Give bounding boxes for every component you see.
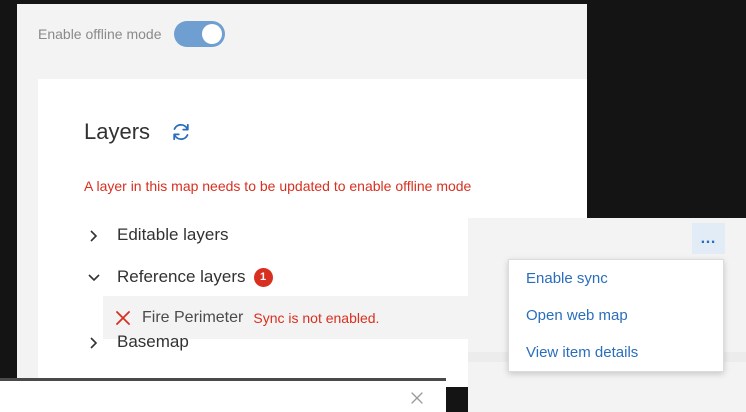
chevron-down-icon <box>87 270 101 284</box>
tree-item-basemap[interactable]: Basemap <box>87 332 189 352</box>
menu-item-label: Open web map <box>526 307 628 324</box>
chevron-right-icon <box>87 335 101 349</box>
toggle-knob <box>201 24 222 44</box>
refresh-icon[interactable] <box>170 121 192 143</box>
layers-heading: Layers <box>84 119 192 145</box>
offline-mode-row: Enable offline mode <box>38 21 225 47</box>
dialog-header <box>0 378 446 412</box>
tree-item-label: Basemap <box>117 332 189 351</box>
tree-item-label: Editable layers <box>117 225 229 244</box>
error-x-icon <box>114 309 132 327</box>
menu-item-enable-sync[interactable]: Enable sync <box>509 260 723 297</box>
close-icon[interactable] <box>410 391 424 405</box>
menu-item-label: View item details <box>526 344 639 361</box>
chevron-right-icon <box>87 228 101 242</box>
menu-item-label: Enable sync <box>526 270 608 287</box>
tree-item-editable-layers[interactable]: Editable layers <box>87 225 229 245</box>
sync-error-message: Sync is not enabled. <box>253 309 380 326</box>
more-actions-button[interactable]: … <box>692 223 725 254</box>
offline-mode-label: Enable offline mode <box>38 26 162 42</box>
layer-actions-menu: Enable sync Open web map View item detai… <box>508 259 724 372</box>
layers-title: Layers <box>84 119 151 144</box>
ellipsis-icon: … <box>700 229 717 247</box>
menu-item-open-web-map[interactable]: Open web map <box>509 297 723 334</box>
menu-item-view-item-details[interactable]: View item details <box>509 334 723 371</box>
error-count-badge: 1 <box>253 267 273 287</box>
layer-name: Fire Perimeter <box>142 308 244 326</box>
offline-warning-message: A layer in this map needs to be updated … <box>84 178 472 194</box>
offline-mode-toggle[interactable] <box>173 21 225 47</box>
tree-item-label: Reference layers <box>117 267 246 286</box>
tree-item-reference-layers[interactable]: Reference layers 1 <box>87 267 273 287</box>
